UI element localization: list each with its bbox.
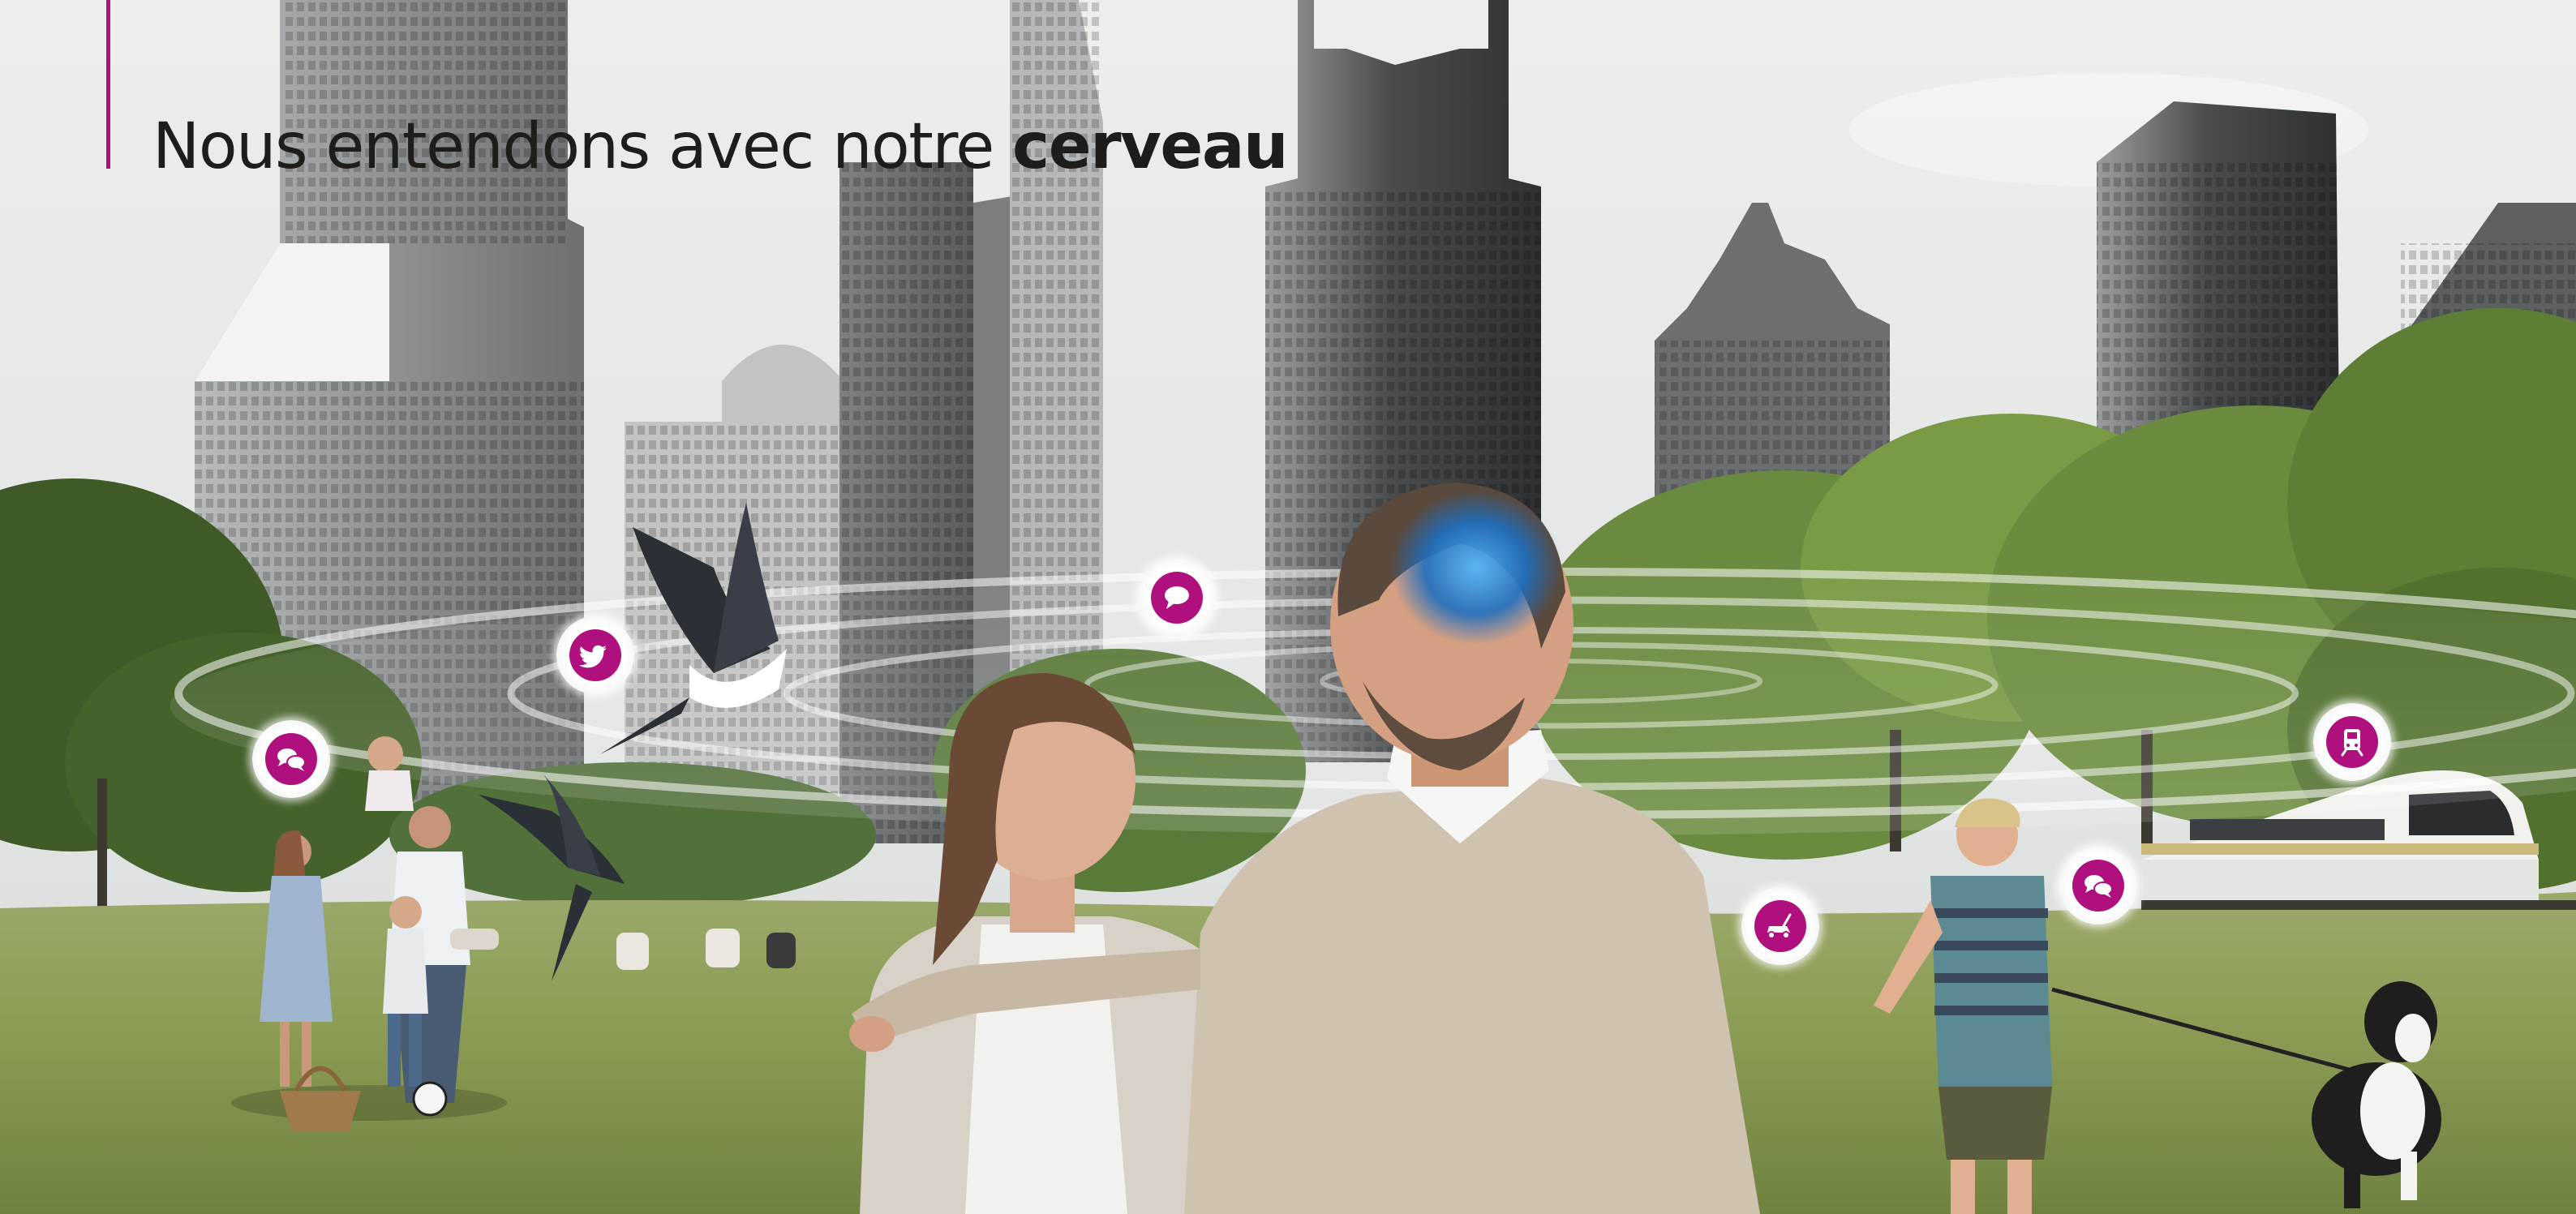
headline-bold-text: cerveau (1011, 110, 1289, 183)
twitter-bird-icon (556, 616, 634, 694)
lawnmower-icon (1741, 887, 1819, 965)
headline-accent-bar (106, 0, 110, 169)
page-headline: Nous entendons avec notre cerveau (152, 102, 1289, 191)
chat-bubbles-icon (2059, 847, 2137, 924)
hero-scene: Nous entendons avec notre cerveau (0, 0, 2576, 1214)
headline-regular-text: Nous entendons avec notre (152, 110, 1012, 183)
speech-bubble-icon (1138, 559, 1216, 637)
chat-bubbles-icon (252, 720, 330, 798)
train-icon (2313, 703, 2391, 781)
